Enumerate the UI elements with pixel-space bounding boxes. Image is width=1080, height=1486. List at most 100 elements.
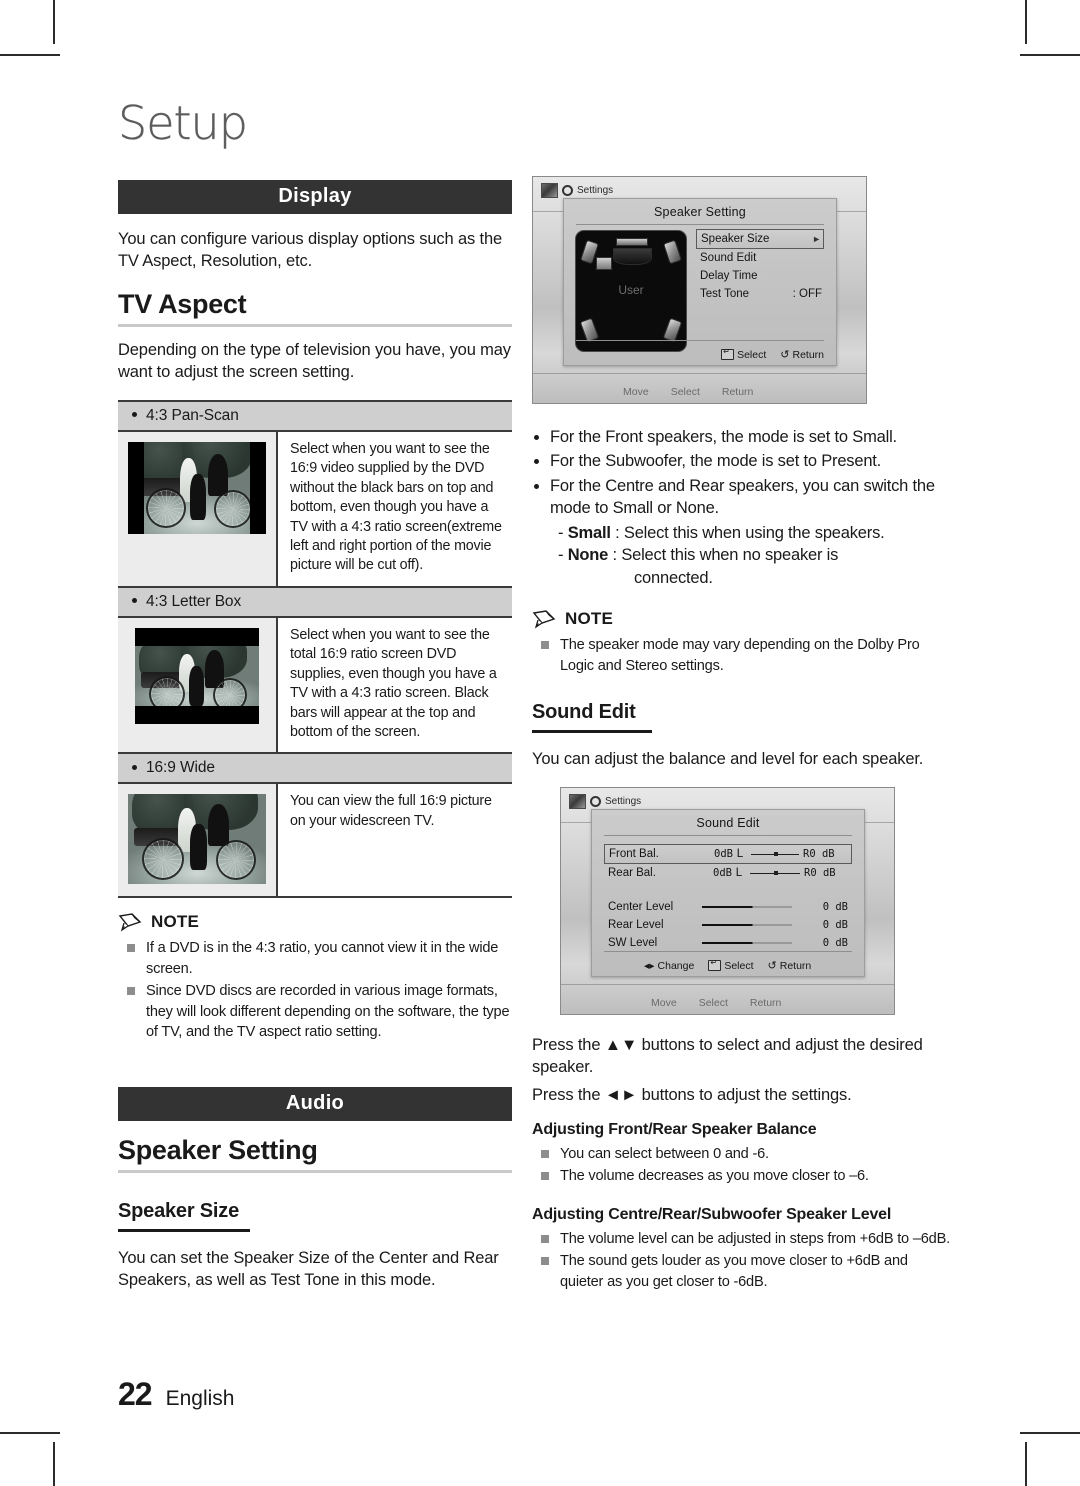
aspect-thumb-cell [118, 784, 278, 897]
osd-hint-return: Return [721, 386, 754, 398]
speaker-layout-panel: User [575, 230, 687, 352]
sound-edit-rows: Front Bal. 0dB L R0 dB Rear Bal. 0dB L R… [604, 844, 852, 952]
aspect-row-header-pan-scan: 4:3 Pan-Scan [118, 401, 512, 432]
settings-thumbnail-icon [569, 794, 586, 810]
sound-edit-rule [532, 730, 652, 734]
row-right-db: 0 dB [809, 848, 835, 861]
menu-item-label: Delay Time [700, 270, 758, 282]
crop-mark-right-bottom [1020, 1432, 1080, 1434]
rear-right-speaker-icon [662, 317, 683, 343]
bullet-icon [132, 412, 137, 418]
osd-dialog-title: Speaker Setting [654, 205, 746, 219]
note-item: The volume decreases as you move closer … [532, 1166, 950, 1187]
note-item: If a DVD is in the 4:3 ratio, you cannot… [118, 938, 512, 979]
slider-knob[interactable] [774, 870, 778, 875]
balance-slider[interactable] [750, 870, 800, 875]
osd-settings-label: Settings [605, 796, 642, 808]
osd-title-divider [576, 224, 824, 225]
aspect-row-header-letter-box: 4:3 Letter Box [118, 587, 512, 618]
speaker-size-body: You can set the Speaker Size of the Cent… [118, 1249, 499, 1289]
row-label: Center Level [608, 901, 674, 914]
level-slider[interactable] [702, 924, 792, 927]
table-row: Select when you want to see the total 16… [118, 617, 512, 755]
osd-hint-label: Select [724, 959, 754, 972]
menu-item-value: : OFF [792, 288, 822, 300]
row-label: SW Level [608, 937, 658, 950]
sound-edit-row-rear-level[interactable]: Rear Level 0 dB [604, 916, 852, 934]
menu-item-speaker-size[interactable]: Speaker Size ► [696, 229, 824, 249]
option-name: Small [567, 524, 611, 543]
speaker-option-small: - Small : Select this when using the spe… [558, 524, 885, 543]
osd-hint-return: ↺ Return [780, 348, 824, 362]
osd-hint-move: Move [623, 386, 649, 398]
sound-edit-row-front-bal[interactable]: Front Bal. 0dB L R0 dB [604, 844, 852, 865]
option-separator: : [612, 546, 618, 565]
menu-item-sound-edit[interactable]: Sound Edit [696, 249, 824, 267]
page-number: 22 [118, 1376, 153, 1412]
osd-behind-hints: Move Select Return [651, 997, 781, 1009]
osd-footer-divider [576, 340, 824, 341]
osd-behind-hints: Move Select Return [623, 386, 753, 398]
osd-hint-move: Move [651, 997, 677, 1010]
note-list: The speaker mode may vary depending on t… [532, 635, 950, 676]
display-intro-text: You can configure various display option… [118, 230, 503, 270]
sound-edit-row-sw-level[interactable]: SW Level 0 dB [604, 934, 852, 952]
enter-key-icon [721, 347, 735, 360]
note-label: NOTE [151, 912, 200, 932]
bullet-icon [132, 598, 137, 604]
sound-edit-body: You can adjust the balance and level for… [532, 750, 924, 769]
speaker-setting-rule [118, 1170, 512, 1174]
menu-item-test-tone[interactable]: Test Tone : OFF [696, 285, 824, 303]
level-slider[interactable] [702, 942, 792, 945]
row-label: Rear Level [608, 919, 664, 932]
osd-settings-tab: Settings [541, 183, 613, 198]
left-column: Setup Display You can configure various … [118, 100, 512, 1308]
table-row: Select when you want to see the 16:9 vid… [118, 431, 512, 588]
wide-thumbnail [128, 794, 266, 885]
level-slider[interactable] [702, 906, 792, 909]
osd-hint-select: Select [698, 997, 728, 1010]
note-label: NOTE [565, 608, 614, 628]
aspect-thumb-cell [118, 617, 278, 753]
section-bar-audio: Audio [118, 1087, 512, 1122]
sound-edit-row-rear-bal[interactable]: Rear Bal. 0dB L R0 dB [604, 864, 852, 882]
center-speaker-icon [613, 248, 652, 265]
note-header: NOTE [118, 912, 512, 932]
right-column: Settings Move Select Return Speaker Sett… [532, 176, 950, 1294]
row-left-channel: L [735, 867, 743, 880]
front-right-speaker-icon [662, 239, 683, 265]
aspect-label: 16:9 Wide [146, 759, 215, 777]
osd-hint-select: Select [670, 386, 700, 398]
rear-left-speaker-icon [579, 317, 600, 343]
osd-dialog-title: Sound Edit [696, 816, 760, 831]
osd-hint-label: Return [792, 348, 824, 361]
osd-hint-label: Change [657, 959, 695, 972]
osd-hint-select: Select [721, 347, 767, 361]
table-row: You can view the full 16:9 picture on yo… [118, 784, 512, 897]
note-item: The volume level can be adjusted in step… [532, 1229, 950, 1250]
menu-item-delay-time[interactable]: Delay Time [696, 267, 824, 285]
gear-icon [590, 796, 601, 808]
row-label: Rear Bal. [608, 867, 656, 880]
balance-items-list: You can select between 0 and -6. The vol… [532, 1144, 950, 1186]
crop-mark-bottom-right [1025, 1442, 1027, 1486]
osd-hint-label: Return [779, 959, 812, 972]
tv-aspect-rule [118, 323, 512, 327]
sound-edit-instruction-2: Press the ◄► buttons to adjust the setti… [532, 1086, 852, 1105]
pan-scan-thumbnail [128, 441, 266, 534]
sound-edit-row-center-level[interactable]: Center Level 0 dB [604, 898, 852, 916]
language-label: English [165, 1387, 235, 1410]
page-title: Setup [118, 96, 248, 150]
row-value: 0 dB [822, 919, 848, 932]
row-right-value: R0 dB [803, 848, 847, 860]
osd-hint-label: Select [737, 348, 767, 361]
note-header: NOTE [532, 609, 950, 629]
slider-knob[interactable] [774, 851, 779, 856]
aspect-description: You can view the full 16:9 picture on yo… [290, 793, 492, 829]
level-items-list: The volume level can be adjusted in step… [532, 1229, 950, 1292]
row-left-db: 0dB [713, 867, 732, 880]
crop-mark-left-bottom [0, 1432, 60, 1434]
balance-slider[interactable] [751, 851, 799, 856]
option-text-cont: connected. [634, 568, 713, 587]
